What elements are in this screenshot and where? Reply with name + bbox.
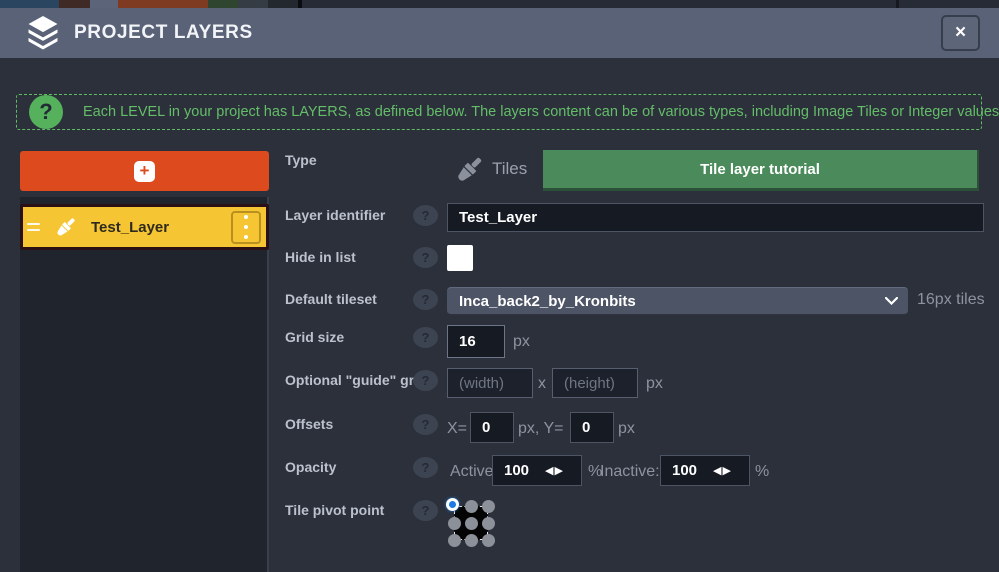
guide-grid-height-input[interactable] [552,368,638,398]
help-icon[interactable]: ? [413,370,438,391]
pivot-dot-bottom-right[interactable] [482,534,495,547]
opacity-active-label: Active: [450,463,498,481]
pivot-dot-middle-left[interactable] [448,517,461,530]
identifier-label: Layer identifier [285,207,385,223]
grid-size-row: Grid size ? px [270,325,999,371]
hide-in-list-label: Hide in list [285,249,356,265]
stepper-arrows-icon[interactable]: ◀▶ [545,464,564,477]
chevron-down-icon [885,297,898,305]
tiles-brush-icon [451,152,487,188]
guide-grid-separator: x [538,375,546,393]
help-icon[interactable]: ? [413,289,438,310]
layers-list: Test_Layer [20,197,269,572]
grid-size-label: Grid size [285,329,344,345]
pivot-dot-top-right[interactable] [482,500,495,513]
hide-in-list-checkbox[interactable] [447,245,473,271]
pivot-dot-middle-right[interactable] [482,517,495,530]
tileset-note: 16px tiles [917,291,985,309]
drag-handle-icon[interactable] [27,223,40,231]
identifier-input[interactable] [447,203,984,232]
pivot-dot-center[interactable] [465,517,478,530]
layer-options-button[interactable] [231,211,261,244]
tiles-brush-icon [52,214,79,241]
kebab-menu-icon [244,215,248,239]
help-icon[interactable]: ? [413,500,438,521]
opacity-active-input[interactable] [493,462,545,479]
layer-item-label: Test_Layer [91,219,231,236]
help-icon: ? [29,95,63,129]
offset-x-prefix: X= [447,420,467,438]
default-tileset-value: Inca_back2_by_Kronbits [459,293,885,310]
type-value: Tiles [492,159,527,179]
offset-y-input[interactable] [570,412,614,443]
layers-icon [26,16,60,50]
type-row: Type Tiles Tile layer tutorial [270,150,999,196]
opacity-inactive-stepper: ◀▶ [660,455,750,486]
offset-x-input[interactable] [470,412,514,443]
help-icon[interactable]: ? [413,327,438,348]
dialog-title: PROJECT LAYERS [74,22,253,44]
guide-grid-width-input[interactable] [447,368,533,398]
default-tileset-label: Default tileset [285,291,377,307]
grid-size-unit: px [513,333,530,351]
layer-settings-form: Type Tiles Tile layer tutorial Layer ide… [270,0,999,572]
layer-item-test-layer[interactable]: Test_Layer [20,204,269,250]
pivot-dot-top-center[interactable] [465,500,478,513]
opacity-inactive-unit: % [755,463,769,481]
stepper-arrows-icon[interactable]: ◀▶ [713,464,732,477]
tile-pivot-row: Tile pivot point ? [270,498,999,558]
grid-size-input[interactable] [447,325,505,358]
guide-grid-label: Optional "guide" grid [285,372,427,388]
help-icon[interactable]: ? [413,247,438,268]
default-tileset-select[interactable]: Inca_back2_by_Kronbits [447,287,908,315]
help-icon[interactable]: ? [413,414,438,435]
offsets-unit: px [618,420,635,438]
pivot-dot-bottom-left[interactable] [448,534,461,547]
tile-pivot-widget [448,500,495,547]
tile-pivot-label: Tile pivot point [285,502,384,518]
help-icon[interactable]: ? [413,457,438,478]
plus-icon: + [134,161,155,182]
opacity-active-stepper: ◀▶ [492,455,582,486]
add-layer-button[interactable]: + [20,151,269,191]
type-label: Type [285,152,317,168]
offset-mid-text: px, Y= [518,420,564,438]
tile-layer-tutorial-button[interactable]: Tile layer tutorial [543,150,979,191]
guide-grid-unit: px [646,375,663,393]
pivot-dot-top-left[interactable] [446,498,459,511]
layers-list-panel: + Test_Layer [20,151,269,572]
guide-grid-row: Optional "guide" grid ? x px [270,368,999,414]
identifier-row: Layer identifier ? [270,203,999,249]
offsets-label: Offsets [285,416,333,432]
offsets-row: Offsets ? X= px, Y= px [270,412,999,458]
opacity-inactive-input[interactable] [661,462,713,479]
help-icon[interactable]: ? [413,205,438,226]
hide-in-list-row: Hide in list ? [270,245,999,291]
opacity-row: Opacity ? Active: ◀▶ % Inactive: ◀▶ % [270,455,999,501]
opacity-label: Opacity [285,459,336,475]
opacity-inactive-label: Inactive: [600,463,660,481]
pivot-dot-bottom-center[interactable] [465,534,478,547]
